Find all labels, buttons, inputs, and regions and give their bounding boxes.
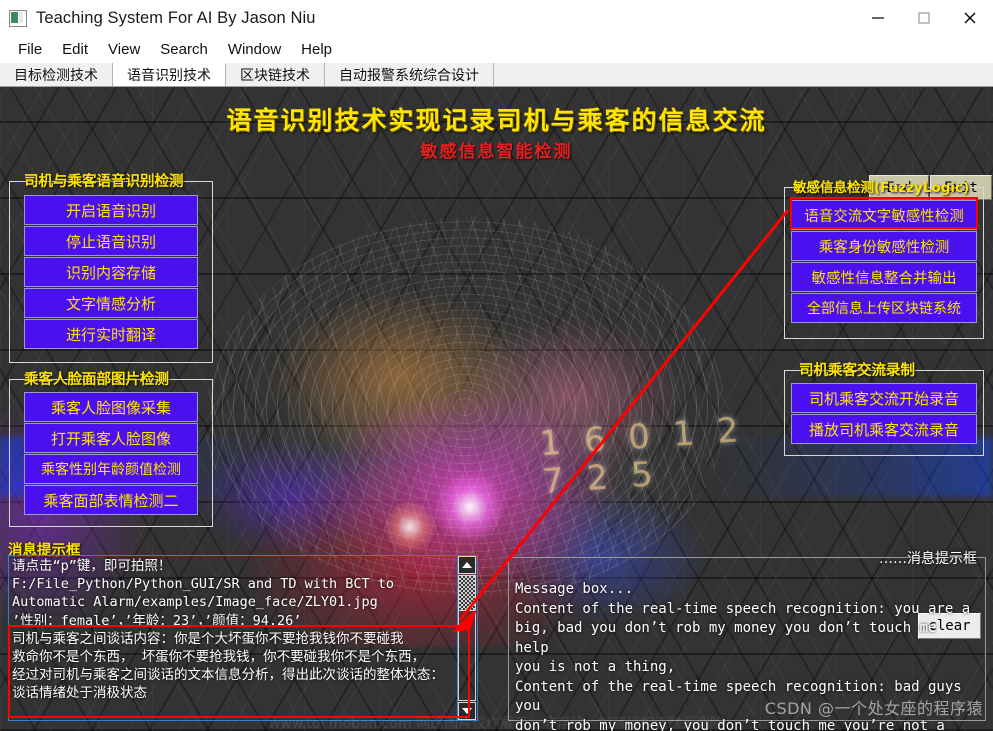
maximize-icon[interactable] — [901, 0, 947, 36]
group-speech-recognition-title: 司机与乘客语音识别检测 — [24, 174, 184, 190]
upload-to-blockchain-button[interactable]: 全部信息上传区块链系统 — [791, 293, 977, 323]
menu-item-help[interactable]: Help — [291, 39, 342, 60]
tabbar: 目标检测技术 语音识别技术 区块链技术 自动报警系统综合设计 — [0, 63, 993, 87]
passenger-identity-sensitivity-button[interactable]: 乘客身份敏感性检测 — [791, 231, 977, 261]
tab-auto-alarm-design[interactable]: 自动报警系统综合设计 — [325, 63, 494, 86]
page-subtitle: 敏感信息智能检测 — [420, 142, 573, 162]
face-detection-buttons: 乘客人脸图像采集 打开乘客人脸图像 乘客性别年龄颜值检测 乘客面部表情检测二 — [24, 392, 198, 515]
capture-passenger-face-button[interactable]: 乘客人脸图像采集 — [24, 392, 198, 422]
tab-speech-recognition[interactable]: 语音识别技术 — [113, 63, 226, 86]
speech-recognition-buttons: 开启语音识别 停止语音识别 识别内容存储 文字情感分析 进行实时翻译 — [24, 195, 198, 349]
text-sentiment-analysis-button[interactable]: 文字情感分析 — [24, 288, 198, 318]
integrate-sensitive-info-button[interactable]: 敏感性信息整合并输出 — [791, 262, 977, 292]
menu-item-view[interactable]: View — [98, 39, 150, 60]
recording-buttons: 司机乘客交流开始录音 播放司机乘客交流录音 — [791, 383, 977, 444]
menu-item-file[interactable]: File — [8, 39, 52, 60]
window-controls — [855, 0, 993, 36]
page-title: 语音识别技术实现记录司机与乘客的信息交流 — [226, 106, 767, 135]
group-face-detection: 乘客人脸面部图片检测 乘客人脸图像采集 打开乘客人脸图像 乘客性别年龄颜值检测 … — [9, 372, 213, 527]
group-recording-title: 司机乘客交流录制 — [799, 363, 915, 379]
minimize-icon[interactable] — [855, 0, 901, 36]
main-canvas: 1 6 0 1 2 7 2 5 语音识别技术实现记录司机与乘客的信息交流 敏感信… — [0, 87, 993, 731]
start-speech-recognition-button[interactable]: 开启语音识别 — [24, 195, 198, 225]
menu-item-search[interactable]: Search — [150, 39, 218, 60]
left-message-textbox[interactable]: 请点击“p”键，即可拍照！ F:/File_Python/Python_GUI/… — [8, 555, 478, 721]
realtime-translation-button[interactable]: 进行实时翻译 — [24, 319, 198, 349]
group-recording: 司机乘客交流录制 司机乘客交流开始录音 播放司机乘客交流录音 — [784, 363, 984, 456]
menubar: File Edit View Search Window Help — [0, 36, 993, 63]
speech-text-sensitivity-detection-button[interactable]: 语音交流文字敏感性检测 — [791, 200, 977, 230]
group-sensitive-detection-title: 敏感信息检测(FuzzyLogic) — [793, 180, 970, 196]
watermark-footer: www.toymoban.com 网络图片仅作展示，非存储，如有侵权请联系删除 — [268, 716, 725, 731]
left-message-scrollbar[interactable] — [457, 556, 477, 720]
window-title: Teaching System For AI By Jason Niu — [36, 8, 316, 27]
scrollbar-track[interactable] — [458, 611, 476, 701]
stop-speech-recognition-button[interactable]: 停止语音识别 — [24, 226, 198, 256]
group-speech-recognition: 司机与乘客语音识别检测 开启语音识别 停止语音识别 识别内容存储 文字情感分析 … — [9, 174, 213, 363]
facial-expression-detection-button[interactable]: 乘客面部表情检测二 — [24, 485, 198, 515]
play-recording-button[interactable]: 播放司机乘客交流录音 — [791, 414, 977, 444]
scroll-up-icon[interactable] — [458, 556, 476, 574]
menu-item-window[interactable]: Window — [218, 39, 291, 60]
sensitive-detection-buttons: 语音交流文字敏感性检测 乘客身份敏感性检测 敏感性信息整合并输出 全部信息上传区… — [791, 200, 977, 323]
left-message-text: 请点击“p”键，即可拍照！ F:/File_Python/Python_GUI/… — [12, 558, 444, 702]
menu-item-edit[interactable]: Edit — [52, 39, 98, 60]
group-face-detection-title: 乘客人脸面部图片检测 — [24, 372, 169, 388]
tab-blockchain[interactable]: 区块链技术 — [226, 63, 325, 86]
titlebar: Teaching System For AI By Jason Niu — [0, 0, 993, 36]
start-recording-button[interactable]: 司机乘客交流开始录音 — [791, 383, 977, 413]
store-recognition-content-button[interactable]: 识别内容存储 — [24, 257, 198, 287]
scrollbar-thumb[interactable] — [458, 575, 476, 611]
right-message-panel-label: ……消息提示框 — [879, 551, 977, 567]
open-passenger-face-image-button[interactable]: 打开乘客人脸图像 — [24, 423, 198, 453]
gender-age-beauty-detection-button[interactable]: 乘客性别年龄颜值检测 — [24, 454, 198, 484]
app-window: Teaching System For AI By Jason Niu File… — [0, 0, 993, 731]
group-sensitive-detection: 敏感信息检测(FuzzyLogic) 语音交流文字敏感性检测 乘客身份敏感性检测… — [784, 180, 984, 339]
app-icon — [9, 9, 27, 27]
tab-object-detection[interactable]: 目标检测技术 — [0, 63, 113, 86]
close-icon[interactable] — [947, 0, 993, 36]
